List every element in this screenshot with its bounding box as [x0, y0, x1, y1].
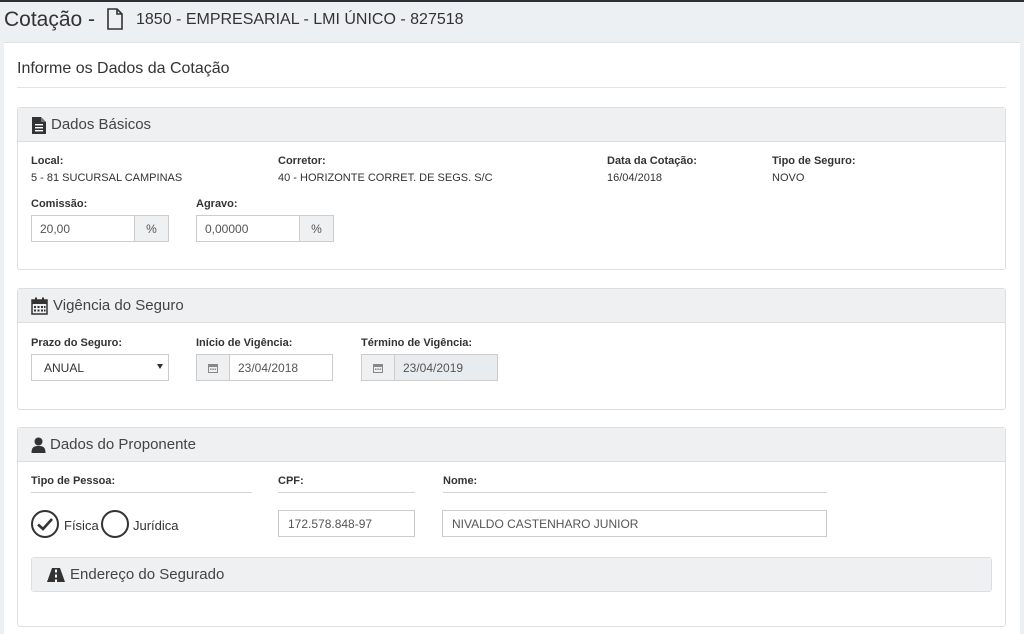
agravo-label: Agravo:	[196, 198, 238, 210]
page-header: Cotação - 1850 - EMPRESARIAL - LMI ÚNICO…	[0, 2, 1024, 40]
comissao-input[interactable]	[31, 215, 135, 242]
comissao-label: Comissão:	[31, 198, 88, 210]
road-icon	[47, 568, 65, 582]
panel-title: Vigência do Seguro	[53, 297, 184, 314]
quote-date-label: Data da Cotação:	[607, 155, 697, 167]
page-title: Cotação -	[4, 8, 96, 31]
divider	[278, 492, 415, 493]
corretor-label: Corretor:	[278, 155, 326, 167]
agravo-input-group: %	[196, 215, 334, 242]
fisica-label[interactable]: Física	[64, 518, 99, 533]
divider	[17, 87, 1006, 88]
name-label: Nome:	[443, 475, 478, 487]
calendar-addon	[361, 354, 394, 381]
insurance-type-label: Tipo de Seguro:	[772, 155, 856, 167]
calendar-icon	[31, 297, 48, 315]
panel-header: Endereço do Segurado	[32, 558, 991, 591]
calendar-icon	[208, 363, 218, 373]
termino-date-group	[361, 354, 498, 381]
agravo-input[interactable]	[196, 215, 300, 242]
panel-header: Dados do Proponente	[18, 428, 1005, 462]
panel-title: Dados Básicos	[51, 116, 152, 133]
person-type-label: Tipo de Pessoa:	[31, 475, 116, 487]
panel-header: Vigência do Seguro	[18, 289, 1005, 323]
fisica-radio[interactable]	[31, 510, 59, 538]
juridica-radio[interactable]	[101, 510, 129, 538]
cpf-input[interactable]	[278, 510, 415, 537]
percent-addon: %	[135, 215, 169, 242]
coverage-period-panel: Vigência do Seguro Prazo do Seguro: ANUA…	[17, 288, 1006, 410]
quote-form-card: Informe os Dados da Cotação Dados Básico…	[4, 42, 1020, 634]
calendar-addon[interactable]	[196, 354, 229, 381]
insured-address-panel[interactable]: Endereço do Segurado	[31, 557, 992, 592]
comissao-input-group: %	[31, 215, 169, 242]
inicio-label: Início de Vigência:	[196, 337, 293, 349]
prazo-select[interactable]: ANUAL	[31, 354, 169, 381]
name-input[interactable]	[442, 510, 827, 537]
quote-subtitle: 1850 - EMPRESARIAL - LMI ÚNICO - 827518	[136, 11, 464, 28]
juridica-label[interactable]: Jurídica	[133, 518, 179, 533]
inicio-date-input[interactable]	[229, 354, 333, 381]
user-icon	[31, 437, 46, 453]
prazo-selected-value: ANUAL	[44, 361, 85, 375]
panel-title: Endereço do Segurado	[70, 566, 225, 583]
termino-label: Término de Vigência:	[361, 337, 473, 349]
percent-addon: %	[300, 215, 334, 242]
corretor-value: 40 - HORIZONTE CORRET. DE SEGS. S/C	[278, 172, 493, 184]
local-label: Local:	[31, 155, 64, 167]
panel-header: Dados Básicos	[18, 108, 1005, 142]
cpf-label: CPF:	[278, 475, 304, 487]
basic-data-panel: Dados Básicos Local: 5 - 81 SUCURSAL CAM…	[17, 107, 1006, 270]
local-value: 5 - 81 SUCURSAL CAMPINAS	[31, 172, 183, 184]
document-icon	[107, 8, 123, 30]
chevron-down-icon	[157, 364, 163, 369]
divider	[31, 492, 252, 493]
divider	[443, 492, 827, 493]
card-title: Informe os Dados da Cotação	[17, 60, 230, 77]
panel-title: Dados do Proponente	[50, 436, 196, 453]
quote-date-value: 16/04/2018	[607, 172, 663, 184]
file-text-icon	[32, 117, 46, 134]
proponent-panel: Dados do Proponente Tipo de Pessoa: CPF:…	[17, 427, 1006, 627]
check-icon	[37, 518, 53, 531]
insurance-type-value: NOVO	[772, 172, 805, 184]
calendar-icon	[373, 363, 383, 373]
prazo-label: Prazo do Seguro:	[31, 337, 123, 349]
termino-date-input	[394, 354, 498, 381]
inicio-date-group	[196, 354, 333, 381]
